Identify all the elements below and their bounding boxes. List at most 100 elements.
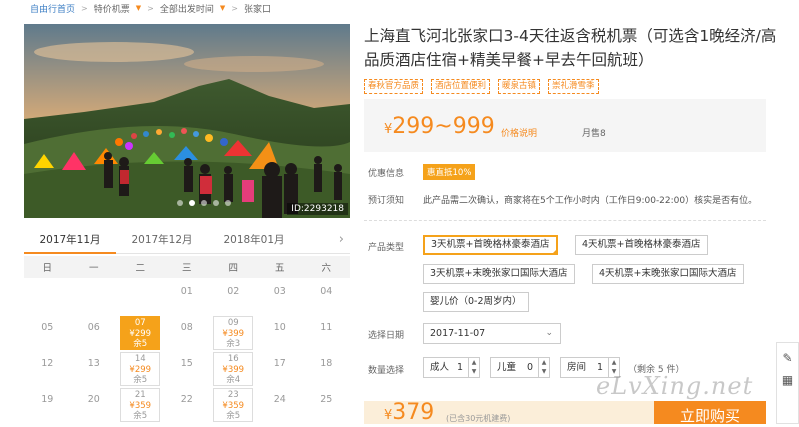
day-number: 14 xyxy=(134,354,146,364)
month-tab[interactable]: 2017年12月 xyxy=(116,226,208,254)
buy-now-button[interactable]: 立即购买 xyxy=(654,401,766,424)
carousel-dot[interactable] xyxy=(177,200,183,206)
watermark: eLvXing.net xyxy=(596,372,754,400)
carousel-dots xyxy=(177,200,231,206)
stepper-arrows-icon[interactable]: ▲ ▼ xyxy=(468,358,479,377)
calendar-day: 17 xyxy=(273,358,286,369)
date-select[interactable]: 2017-11-07 ⌄ xyxy=(423,323,561,344)
month-tab[interactable]: 2017年11月 xyxy=(24,226,116,254)
adult-count: 1 xyxy=(456,362,463,373)
chevron-down-icon[interactable]: ⌄ xyxy=(545,324,553,343)
day-price: ¥399 xyxy=(222,328,245,339)
product-tag: 崇礼滑雪季 xyxy=(548,79,599,94)
calendar-day-selected[interactable]: 07 ¥299 余5 xyxy=(120,316,161,350)
calendar-day: 20 xyxy=(87,394,100,405)
pencil-icon[interactable]: ✎ xyxy=(777,351,798,365)
quantity-label: 数量选择 xyxy=(368,366,405,376)
calendar-day-available[interactable]: 23 ¥359 余5 xyxy=(213,388,254,422)
day-remaining: 余4 xyxy=(226,375,241,385)
adult-quantity-stepper[interactable]: 成人 1 ▲ ▼ xyxy=(423,357,480,378)
product-title: 上海直飞河北张家口3-4天往返含税机票（可选含1晚经济/高品质酒店住宿+精美早餐… xyxy=(364,27,777,69)
day-price: ¥299 xyxy=(129,364,152,375)
breadcrumb-separator-icon: > xyxy=(231,3,238,13)
product-type-option[interactable]: 3天机票+末晚张家口国际大酒店 xyxy=(423,264,575,284)
caret-down-icon[interactable]: ▼ xyxy=(220,4,225,12)
carousel-dot[interactable] xyxy=(213,200,219,206)
total-price-value: 379 xyxy=(392,400,435,425)
promo-label: 优惠信息 xyxy=(368,169,405,179)
product-type-option-selected[interactable]: 3天机票+首晚格林豪泰酒店 xyxy=(423,235,558,255)
calendar-day: 24 xyxy=(273,394,286,405)
child-quantity-stepper[interactable]: 儿童 0 ▲ ▼ xyxy=(490,357,550,378)
chevron-right-icon[interactable]: › xyxy=(339,232,344,247)
adult-label: 成人 xyxy=(430,362,450,373)
price-range-value: 299~999 xyxy=(392,114,495,139)
breadcrumb-category[interactable]: 特价机票 xyxy=(94,2,130,15)
stepper-arrows-icon[interactable]: ▲ ▼ xyxy=(538,358,549,377)
total-price-note: (已含30元机建费) xyxy=(446,414,511,423)
product-type-option[interactable]: 4天机票+末晚张家口国际大酒店 xyxy=(592,264,744,284)
breadcrumb-time[interactable]: 全部出发时间 xyxy=(160,2,214,15)
calendar-day: 06 xyxy=(87,322,100,333)
breadcrumb-separator-icon: > xyxy=(147,3,154,13)
calendar-day[interactable]: 14 ¥299 余5 xyxy=(117,350,164,386)
weekday-label: 日 xyxy=(42,263,52,274)
calendar-day-available[interactable]: 14 ¥299 余5 xyxy=(120,352,161,386)
promo-badge: 惠直抵10% xyxy=(423,164,476,180)
product-photo[interactable]: ID:2293218 xyxy=(24,24,350,218)
notice-text: 此产品需二次确认，商家将在5个工作小时内（工作日9:00-22:00）核实是否有… xyxy=(423,196,758,206)
price-panel: ¥299~999 价格说明 月售8 xyxy=(364,99,766,152)
calendar-day[interactable]: 23 ¥359 余5 xyxy=(210,386,257,422)
calendar-day: 11 xyxy=(320,322,333,333)
product-type-label: 产品类型 xyxy=(368,243,405,253)
calendar-day[interactable]: 07 ¥299 余5 xyxy=(117,314,164,350)
calendar-day: 18 xyxy=(320,358,333,369)
day-remaining: 余5 xyxy=(226,411,241,421)
carousel-dot[interactable] xyxy=(201,200,207,206)
calendar-day: 19 xyxy=(41,394,54,405)
price-explain-link[interactable]: 价格说明 xyxy=(501,126,537,139)
room-label: 房间 xyxy=(567,362,587,373)
calendar-day: 25 xyxy=(320,394,333,405)
day-number: 09 xyxy=(227,318,239,328)
weekday-label: 一 xyxy=(88,263,99,274)
child-count: 0 xyxy=(526,362,533,373)
carousel-dot[interactable] xyxy=(225,200,231,206)
calendar-day: 15 xyxy=(180,358,193,369)
calendar-day[interactable]: 16 ¥399 余4 xyxy=(210,350,257,386)
weekday-header: 日 一 二 三 四 五 六 xyxy=(24,256,350,278)
calendar-day: 03 xyxy=(273,286,286,297)
price-range: ¥299~999 xyxy=(384,113,495,144)
weekday-label: 六 xyxy=(321,263,331,274)
product-type-option[interactable]: 婴儿价（0-2周岁内） xyxy=(423,292,529,312)
month-tab[interactable]: 2018年01月 xyxy=(208,226,300,254)
breadcrumb-home[interactable]: 自由行首页 xyxy=(30,2,75,15)
day-number: 21 xyxy=(134,390,146,400)
calendar-day: 12 xyxy=(41,358,54,369)
day-remaining: 余3 xyxy=(226,339,241,349)
breadcrumb-dest: 张家口 xyxy=(243,4,271,15)
day-number: 07 xyxy=(134,318,146,328)
carousel-dot-active[interactable] xyxy=(189,200,195,206)
calendar-day[interactable]: 09 ¥399 余3 xyxy=(210,314,257,350)
day-price: ¥359 xyxy=(129,400,152,411)
day-number: 16 xyxy=(227,354,239,364)
weekday-label: 五 xyxy=(274,263,285,274)
calendar-grid: 01 02 03 04 05 06 07 ¥299 余5 08 09 ¥399 余3 10 11 12 13 14… xyxy=(24,278,350,422)
qrcode-icon[interactable]: ▦ xyxy=(777,373,798,387)
price-calendar: 2017年11月 2017年12月 2018年01月 › 日 一 二 三 四 五… xyxy=(24,226,350,424)
calendar-day xyxy=(71,278,118,314)
day-price: ¥399 xyxy=(222,364,245,375)
day-remaining: 余5 xyxy=(133,411,148,421)
calendar-day-available[interactable]: 09 ¥399 余3 xyxy=(213,316,254,350)
weekday-label: 四 xyxy=(228,263,238,274)
day-number: 23 xyxy=(227,390,239,400)
calendar-day-available[interactable]: 21 ¥359 余5 xyxy=(120,388,161,422)
calendar-day: 13 xyxy=(87,358,100,369)
calendar-day[interactable]: 21 ¥359 余5 xyxy=(117,386,164,422)
calendar-day xyxy=(117,278,164,314)
caret-down-icon[interactable]: ▼ xyxy=(136,4,141,12)
calendar-day-available[interactable]: 16 ¥399 余4 xyxy=(213,352,254,386)
product-tag: 暖泉古镇 xyxy=(498,79,541,94)
product-type-option[interactable]: 4天机票+首晚格林豪泰酒店 xyxy=(575,235,708,255)
